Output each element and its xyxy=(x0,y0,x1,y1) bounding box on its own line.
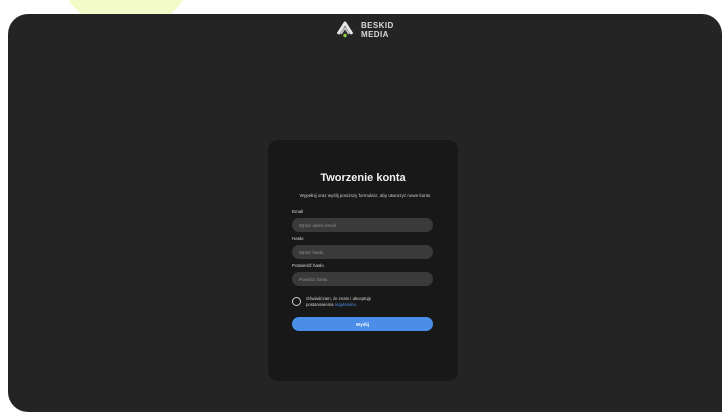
checkbox-icon[interactable] xyxy=(292,297,301,306)
password-input[interactable] xyxy=(292,245,433,259)
confirm-password-input[interactable] xyxy=(292,272,433,286)
app-frame: BESKID MEDIA Tworzenie konta Wypełnij or… xyxy=(8,14,722,412)
email-input[interactable] xyxy=(292,218,433,232)
email-field-group: Email xyxy=(292,209,434,232)
page-root: BESKID MEDIA Tworzenie konta Wypełnij or… xyxy=(0,0,722,412)
page-subtitle: Wypełnij oraz wyślij poniższy formularz,… xyxy=(299,193,431,198)
brand-line-1: BESKID xyxy=(361,20,394,30)
beskid-media-logo-icon xyxy=(335,20,355,40)
brand-logo: BESKID MEDIA xyxy=(335,16,405,44)
terms-consent-row[interactable]: Oświadczam, że znam i akceptuję postanow… xyxy=(292,296,434,307)
confirm-password-field-group: Potwierdź hasło xyxy=(292,263,434,286)
password-field-group: Hasło xyxy=(292,236,434,259)
terms-link[interactable]: regulaminu xyxy=(335,302,356,307)
page-title: Tworzenie konta xyxy=(320,172,406,184)
signup-card: Tworzenie konta Wypełnij oraz wyślij pon… xyxy=(268,140,458,381)
submit-button[interactable]: Wyślij xyxy=(292,317,433,331)
terms-consent-text: Oświadczam, że znam i akceptuję postanow… xyxy=(306,296,398,307)
email-label: Email xyxy=(292,209,304,214)
confirm-password-label: Potwierdź hasło xyxy=(292,263,324,268)
brand-wordmark: BESKID MEDIA xyxy=(361,20,394,39)
password-label: Hasło xyxy=(292,236,304,241)
brand-line-2: MEDIA xyxy=(361,29,389,39)
